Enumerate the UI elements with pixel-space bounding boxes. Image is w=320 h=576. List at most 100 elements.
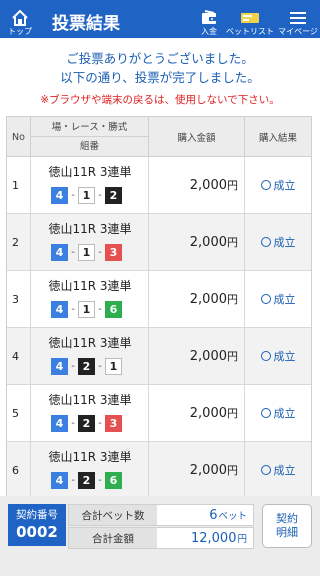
thanks-message: ご投票ありがとうございました。 [66,51,254,66]
boat-number: 4 [51,472,68,489]
result-cell: 成立 [245,385,311,441]
header-no: No [7,117,31,157]
contract-number-box: 契約番号 0002 [8,504,66,546]
amount-value: 2,000 [189,462,227,478]
race-cell: 徳山11R 3連単 4 - 2 - 6 [31,442,149,498]
success-circle-icon [260,237,271,247]
boat-number: 4 [51,187,68,204]
total-amount-unit: 円 [237,534,247,545]
total-amount-value: 12,000 [190,530,237,546]
race-name: 徳山11R 3連単 [48,450,132,464]
contract-detail-button[interactable]: 契約 明細 [262,504,312,548]
amount-cell: 2,000 円 [149,328,245,384]
boat-number: 1 [78,244,95,261]
combination: 4 - 1 - 6 [51,301,122,318]
boat-number: 6 [105,472,122,489]
wallet-icon [202,10,216,24]
boat-number: 1 [78,187,95,204]
header-result: 購入結果 [258,133,297,144]
result-text: 成立 [273,293,296,306]
table-row: 2 徳山11R 3連単 4 - 1 - 3 2,000 円 成立 [7,214,311,271]
success-circle-icon [260,351,271,361]
yen-unit: 円 [227,179,238,192]
amount-cell: 2,000 円 [149,385,245,441]
combination: 4 - 1 - 3 [51,244,122,261]
back-warning: ※ブラウザや端末の戻るは、使用しないで下さい。 [40,94,280,106]
deposit-button[interactable]: 入金 [194,0,224,38]
header-amount: 購入金額 [149,117,245,157]
detail-line1: 契約 [276,512,298,525]
header-combination: 組番 [79,140,99,152]
success-circle-icon [260,294,271,304]
ticket-icon [241,13,259,23]
boat-number: 1 [78,301,95,318]
boat-number: 2 [78,415,95,432]
race-name: 徳山11R 3連単 [48,165,132,179]
betlist-button[interactable]: ベットリスト [226,0,274,38]
race-cell: 徳山11R 3連単 4 - 2 - 3 [31,385,149,441]
home-label: トップ [8,27,32,36]
deposit-label: 入金 [201,27,217,36]
table-row: 3 徳山11R 3連単 4 - 1 - 6 2,000 円 成立 [7,271,311,328]
result-cell: 成立 [245,214,311,270]
amount-cell: 2,000 円 [149,214,245,270]
boat-number: 3 [105,415,122,432]
contract-number-value: 0002 [16,523,58,541]
race-cell: 徳山11R 3連単 4 - 2 - 1 [31,328,149,384]
total-amount-label: 合計金額 [69,528,157,548]
menu-icon [290,12,306,24]
table-header: No 場・レース・勝式 組番 購入金額 購入結果 [7,117,311,157]
yen-unit: 円 [227,293,238,306]
boat-number: 2 [78,472,95,489]
boat-number: 4 [51,415,68,432]
amount-value: 2,000 [189,348,227,364]
header-race-group: 場・レース・勝式 [31,118,148,137]
result-cell: 成立 [245,271,311,327]
success-circle-icon [260,180,271,190]
race-name: 徳山11R 3連単 [48,222,132,236]
completion-message: 以下の通り、投票が完了しました。 [60,70,260,85]
total-bets-value-wrap: 6 ベット [209,505,247,525]
row-number: 1 [7,157,31,213]
combination: 4 - 2 - 6 [51,472,122,489]
amount-cell: 2,000 円 [149,271,245,327]
row-number: 3 [7,271,31,327]
amount-value: 2,000 [189,291,227,307]
total-bets-row: 合計ベット数 6 ベット [68,504,254,526]
boat-number: 4 [51,358,68,375]
race-name: 徳山11R 3連単 [48,393,132,407]
home-icon [12,9,28,26]
table-row: 6 徳山11R 3連単 4 - 2 - 6 2,000 円 成立 [7,442,311,499]
boat-number: 3 [105,244,122,261]
boat-number: 1 [105,358,122,375]
result-text: 成立 [273,350,296,363]
total-bets-unit: ベット [218,511,247,522]
result-text: 成立 [273,236,296,249]
result-cell: 成立 [245,157,311,213]
amount-cell: 2,000 円 [149,442,245,498]
detail-line2: 明細 [276,526,298,539]
race-name: 徳山11R 3連単 [48,336,132,350]
page-title: 投票結果 [52,14,120,34]
yen-unit: 円 [227,236,238,249]
contract-number-label: 契約番号 [16,509,58,521]
total-amount-value-wrap: 12,000 円 [191,528,247,548]
boat-number: 2 [105,187,122,204]
table-row: 1 徳山11R 3連単 4 - 1 - 2 2,000 円 成立 [7,157,311,214]
mypage-label: マイページ [278,27,318,36]
home-button[interactable]: トップ [4,0,36,38]
table-row: 4 徳山11R 3連単 4 - 2 - 1 2,000 円 成立 [7,328,311,385]
mypage-button[interactable]: マイページ [276,0,320,38]
summary-footer: 契約番号 0002 合計ベット数 6 ベット 合計金額 12,000 円 契約 明細 [0,496,320,576]
yen-unit: 円 [227,350,238,363]
betlist-label: ベットリスト [226,27,274,36]
amount-cell: 2,000 円 [149,157,245,213]
result-cell: 成立 [245,442,311,498]
row-number: 2 [7,214,31,270]
total-bets-label: 合計ベット数 [69,505,157,525]
combination: 4 - 2 - 1 [51,358,122,375]
boat-number: 4 [51,301,68,318]
row-number: 6 [7,442,31,498]
row-number: 4 [7,328,31,384]
boat-number: 2 [78,358,95,375]
